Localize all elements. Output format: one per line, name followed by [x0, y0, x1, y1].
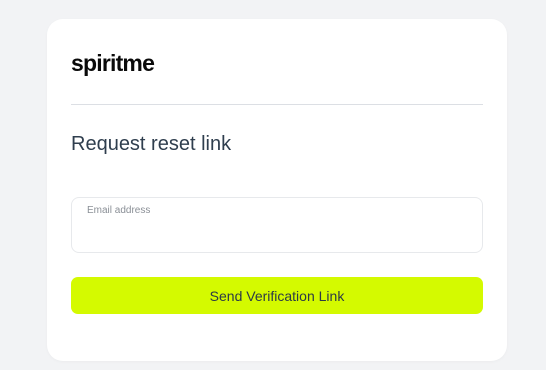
header-divider [71, 104, 483, 105]
email-field[interactable]: Email address [71, 197, 483, 253]
email-input[interactable] [86, 222, 466, 244]
email-field-label: Email address [87, 205, 151, 216]
page-title: Request reset link [71, 133, 232, 155]
reset-card: spiritme Request reset link Email addres… [47, 19, 507, 361]
send-verification-link-button[interactable]: Send Verification Link [71, 277, 483, 314]
spiritme-logo: spiritme [71, 50, 155, 76]
